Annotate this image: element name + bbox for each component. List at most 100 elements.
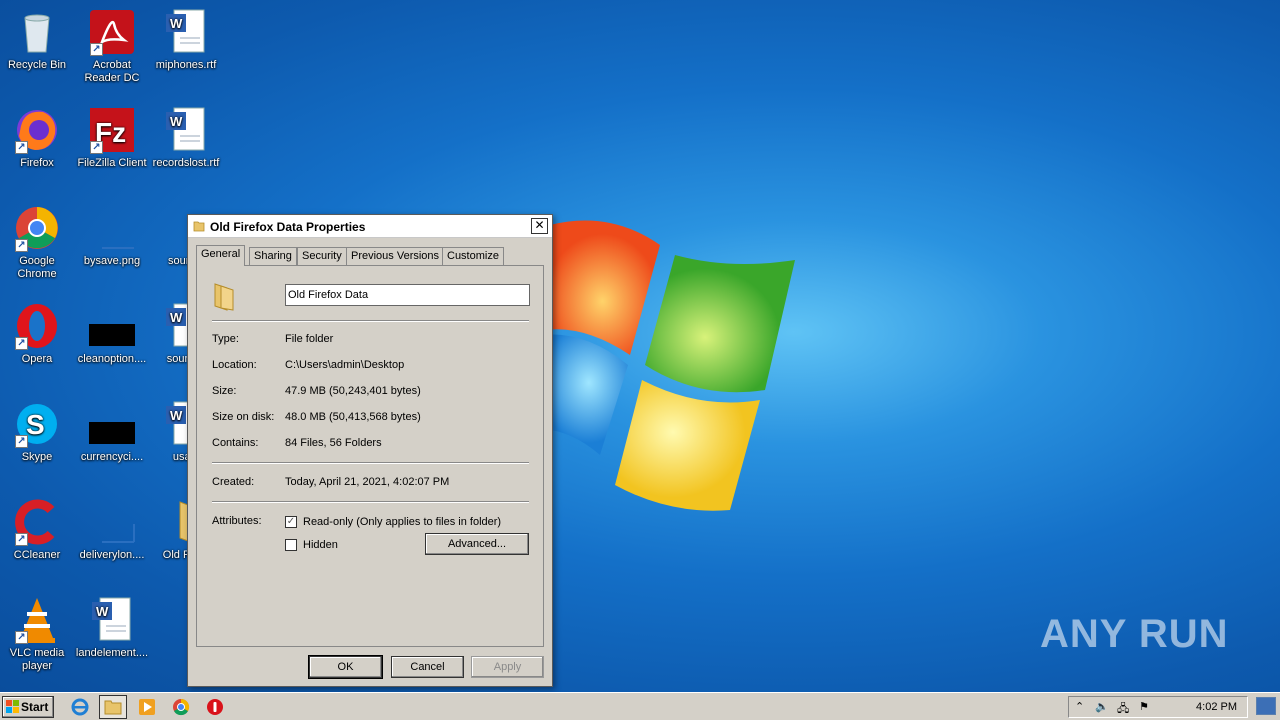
- word-doc-icon: W: [88, 596, 136, 644]
- created-value: Today, April 21, 2021, 4:02:07 PM: [285, 476, 450, 488]
- desktop-icon-label: deliverylon....: [79, 549, 145, 561]
- size-label: Size:: [212, 385, 237, 397]
- desktop-icon-label: FileZilla Client: [77, 157, 147, 169]
- taskbar: Start ⌃ 🔈 🖧 ⚑ 4:02 PM: [0, 692, 1280, 720]
- internet-explorer-icon[interactable]: [70, 697, 90, 717]
- folder-icon: [193, 221, 205, 232]
- tab-sharing[interactable]: Sharing: [249, 247, 297, 265]
- desktop-icon-currencyci[interactable]: currencyci....: [75, 400, 149, 464]
- desktop-icon-label: cleanoption....: [77, 353, 147, 365]
- system-tray: ⌃ 🔈 🖧 ⚑ 4:02 PM: [1068, 696, 1248, 718]
- created-label: Created:: [212, 476, 255, 488]
- dialog-titlebar[interactable]: Old Firefox Data Properties ✕: [188, 215, 552, 238]
- recycle-bin-icon: [13, 8, 61, 56]
- opera-taskbar-icon[interactable]: [205, 697, 225, 717]
- properties-dialog: Old Firefox Data Properties ✕ General Sh…: [187, 214, 553, 687]
- anyrun-watermark: ANY RUN: [1040, 612, 1229, 656]
- divider: [212, 501, 529, 503]
- show-hidden-icons-icon[interactable]: ⌃: [1075, 700, 1084, 713]
- tab-previous-versions[interactable]: Previous Versions: [346, 247, 445, 265]
- word-doc-icon: W: [162, 106, 210, 154]
- tab-general[interactable]: General: [196, 245, 246, 266]
- desktop-icon-ccleaner[interactable]: ↗ CCleaner: [0, 498, 74, 562]
- desktop-icon-skype[interactable]: S ↗ Skype: [0, 400, 74, 464]
- desktop-icon-label: miphones.rtf: [155, 59, 217, 71]
- desktop-icon-cleanoption[interactable]: cleanoption....: [75, 302, 149, 366]
- svg-text:S: S: [26, 409, 45, 440]
- action-center-flag-icon[interactable]: ⚑: [1139, 700, 1149, 713]
- desktop-icon-label: currencyci....: [80, 451, 144, 463]
- chrome-icon: ↗: [13, 204, 61, 252]
- image-file-icon: [88, 302, 136, 350]
- size-value: 47.9 MB (50,243,401 bytes): [285, 385, 421, 397]
- opera-icon: ↗: [13, 302, 61, 350]
- readonly-checkbox[interactable]: ✓: [285, 516, 297, 528]
- desktop-icon-label: Recycle Bin: [7, 59, 67, 71]
- size-on-disk-value: 48.0 MB (50,413,568 bytes): [285, 411, 421, 423]
- readonly-label: Read-only (Only applies to files in fold…: [303, 516, 502, 528]
- divider: [212, 462, 529, 464]
- svg-text:W: W: [170, 114, 183, 129]
- desktop-icon-firefox[interactable]: ↗ Firefox: [0, 106, 74, 170]
- hidden-checkbox[interactable]: [285, 539, 297, 551]
- svg-text:W: W: [170, 16, 183, 31]
- desktop-icon-bysave[interactable]: bysave.png: [75, 204, 149, 268]
- media-player-icon[interactable]: [137, 697, 157, 717]
- contains-label: Contains:: [212, 437, 259, 449]
- hidden-label: Hidden: [303, 539, 338, 551]
- shortcut-arrow-icon: ↗: [15, 239, 28, 252]
- apply-button[interactable]: Apply: [471, 656, 544, 678]
- location-value: C:\Users\admin\Desktop: [285, 359, 405, 371]
- acrobat-icon: ↗: [88, 8, 136, 56]
- desktop-icon-label: landelement....: [75, 647, 149, 659]
- contains-value: 84 Files, 56 Folders: [285, 437, 382, 449]
- desktop-icon-landelement[interactable]: W landelement....: [75, 596, 149, 660]
- clock[interactable]: 4:02 PM: [1196, 701, 1237, 713]
- taskbar-explorer-button[interactable]: [99, 695, 127, 719]
- folder-icon: [214, 283, 234, 311]
- desktop-icon-deliverylon[interactable]: deliverylon....: [75, 498, 149, 562]
- image-file-icon: [88, 204, 136, 252]
- desktop-icon-recordslost[interactable]: W recordslost.rtf: [149, 106, 223, 170]
- shortcut-arrow-icon: ↗: [90, 43, 103, 56]
- attributes-label: Attributes:: [212, 515, 262, 527]
- ok-button[interactable]: OK: [308, 655, 383, 679]
- desktop-icon-acrobat[interactable]: ↗ Acrobat Reader DC: [75, 8, 149, 85]
- desktop-icon-recycle-bin[interactable]: Recycle Bin: [0, 8, 74, 72]
- shortcut-arrow-icon: ↗: [15, 631, 28, 644]
- tab-customize[interactable]: Customize: [442, 247, 504, 265]
- ccleaner-icon: ↗: [13, 498, 61, 546]
- folder-icon: [104, 700, 122, 715]
- filezilla-icon: Fz ↗: [88, 106, 136, 154]
- cancel-button[interactable]: Cancel: [391, 656, 464, 678]
- shortcut-arrow-icon: ↗: [15, 533, 28, 546]
- windows-logo: [540, 220, 795, 511]
- general-tab-panel: Type: File folder Location: C:\Users\adm…: [196, 265, 544, 647]
- desktop-icon-label: Acrobat Reader DC: [84, 59, 140, 84]
- desktop-icon-label: Skype: [21, 451, 53, 463]
- shortcut-arrow-icon: ↗: [15, 337, 28, 350]
- desktop-icon-label: CCleaner: [13, 549, 61, 561]
- show-desktop-button[interactable]: [1256, 697, 1276, 715]
- dialog-title: Old Firefox Data Properties: [210, 220, 366, 234]
- desktop-icon-miphones[interactable]: W miphones.rtf: [149, 8, 223, 72]
- desktop-icon-filezilla[interactable]: Fz ↗ FileZilla Client: [75, 106, 149, 170]
- volume-icon[interactable]: 🔈: [1095, 700, 1109, 713]
- desktop-icon-label: bysave.png: [83, 255, 141, 267]
- folder-name-input[interactable]: [285, 284, 530, 306]
- desktop-icon-chrome[interactable]: ↗ Google Chrome: [0, 204, 74, 281]
- desktop-icon-opera[interactable]: ↗ Opera: [0, 302, 74, 366]
- chrome-icon[interactable]: [171, 697, 191, 717]
- desktop-icon-label: VLC media player: [9, 647, 65, 672]
- network-icon[interactable]: 🖧: [1117, 700, 1129, 719]
- desktop-icon-label: Opera: [21, 353, 53, 365]
- start-button[interactable]: Start: [2, 696, 54, 718]
- desktop-icon-label: Google Chrome: [17, 255, 57, 280]
- vlc-icon: ↗: [13, 596, 61, 644]
- desktop-icon-vlc[interactable]: ↗ VLC media player: [0, 596, 74, 673]
- tab-security[interactable]: Security: [297, 247, 347, 265]
- close-button[interactable]: ✕: [531, 218, 548, 234]
- advanced-button[interactable]: Advanced...: [425, 533, 529, 555]
- skype-icon: S ↗: [13, 400, 61, 448]
- shortcut-arrow-icon: ↗: [15, 141, 28, 154]
